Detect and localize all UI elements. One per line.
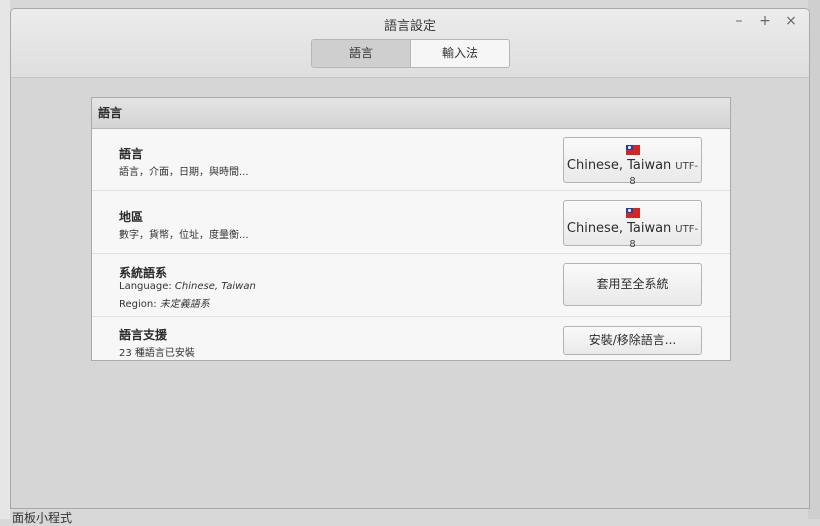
- language-panel: 語言 語言 語言，介面，日期，與時間... Chinese, Taiwan UTF…: [91, 97, 731, 361]
- language-value: Chinese, Taiwan: [174, 281, 256, 292]
- row-subtitle: 23 種語言已安裝: [119, 348, 195, 359]
- tab-switcher: 語言 輸入法: [311, 39, 510, 68]
- row-system-locale: 系統語系 Language: Chinese, Taiwan Region: 未…: [92, 254, 730, 317]
- close-icon[interactable]: ×: [785, 13, 797, 29]
- maximize-icon[interactable]: +: [759, 13, 771, 29]
- row-language-support: 語言支援 23 種語言已安裝 安裝/移除語言...: [92, 317, 730, 362]
- system-region-line: Region: 未定義語系: [119, 295, 210, 310]
- button-locale: Chinese, Taiwan: [566, 158, 672, 173]
- row-language: 語言 語言，介面，日期，與時間... Chinese, Taiwan UTF-8: [92, 129, 730, 191]
- desktop-background-left: [0, 0, 10, 519]
- region-value: 未定義語系: [159, 299, 210, 310]
- language-select-button[interactable]: Chinese, Taiwan UTF-8: [563, 137, 702, 187]
- region-label: Region:: [119, 299, 160, 310]
- panel-header: 語言: [92, 98, 730, 129]
- row-title: 系統語系: [119, 266, 168, 280]
- taiwan-flag-icon: [625, 145, 640, 155]
- window-controls: – + ×: [733, 13, 797, 29]
- language-settings-window: 語言設定 – + × 語言 輸入法 語言 語言 語言，介面，日期，與時間... …: [10, 8, 810, 509]
- tab-input-method[interactable]: 輸入法: [411, 40, 509, 67]
- region-select-button[interactable]: Chinese, Taiwan UTF-8: [563, 200, 702, 250]
- tab-language[interactable]: 語言: [312, 40, 411, 67]
- title-bar[interactable]: 語言設定 – + × 語言 輸入法: [11, 9, 809, 78]
- row-title: 語言: [119, 147, 144, 161]
- window-title: 語言設定: [383, 19, 436, 34]
- row-region: 地區 數字，貨幣，位址，度量衡... Chinese, Taiwan UTF-8: [92, 191, 730, 254]
- install-remove-languages-button[interactable]: 安裝/移除語言...: [563, 326, 702, 355]
- apply-system-wide-button[interactable]: 套用至全系統: [563, 263, 702, 306]
- taiwan-flag-icon: [625, 208, 640, 218]
- minimize-icon[interactable]: –: [733, 13, 745, 29]
- row-title: 地區: [119, 210, 144, 224]
- system-language-line: Language: Chinese, Taiwan: [119, 281, 256, 292]
- background-window-text: 面板小程式: [12, 511, 73, 525]
- row-subtitle: 語言，介面，日期，與時間...: [119, 167, 249, 178]
- button-locale: Chinese, Taiwan: [566, 221, 672, 236]
- language-label: Language:: [119, 281, 175, 292]
- row-subtitle: 數字，貨幣，位址，度量衡...: [119, 230, 249, 241]
- row-title: 語言支援: [119, 328, 168, 342]
